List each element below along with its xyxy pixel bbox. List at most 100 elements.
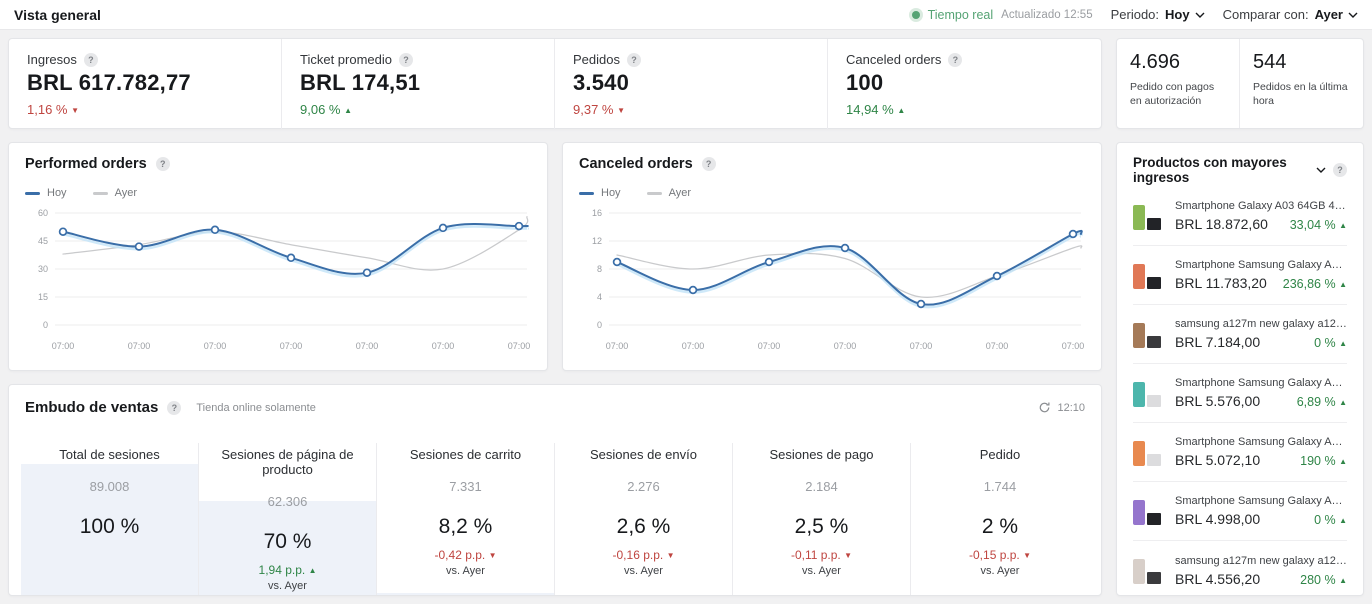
period-selector[interactable]: Periodo: Hoy: [1111, 7, 1205, 22]
product-list-item[interactable]: samsung a127m new galaxy a12 64gb…BRL 7.…: [1133, 305, 1347, 364]
product-info: Smartphone Samsung Galaxy A32 12… BRL 11.…: [1175, 259, 1347, 291]
trend-up-icon: ▲: [1339, 457, 1347, 466]
product-info: Smartphone Samsung Galaxy A72, C…BRL 4.9…: [1175, 495, 1347, 527]
help-icon[interactable]: ?: [399, 53, 413, 67]
side-stat-value: 4.696: [1130, 51, 1226, 74]
funnel-vs-label: vs. Ayer: [377, 565, 554, 577]
svg-text:0: 0: [597, 320, 602, 330]
product-revenue: BRL 4.998,00: [1175, 511, 1260, 527]
funnel-step-percent: 8,2 %: [377, 515, 554, 539]
help-icon[interactable]: ?: [167, 401, 181, 415]
legend-item-ayer: Ayer: [647, 187, 691, 199]
product-revenue: BRL 5.576,00: [1175, 393, 1260, 409]
svg-text:07:00: 07:00: [204, 341, 227, 351]
kpi-value: BRL 174,51: [300, 70, 536, 96]
legend-label: Hoy: [47, 187, 67, 199]
legend-item-hoy: Hoy: [579, 187, 621, 199]
product-list-item[interactable]: Smartphone Samsung Galaxy A32 12…BRL 5.0…: [1133, 423, 1347, 482]
kpi-label: Ticket promedio: [300, 52, 392, 67]
box-image: [1147, 218, 1161, 230]
product-name: Smartphone Samsung Galaxy A32 12…: [1175, 436, 1347, 448]
product-revenue: BRL 11.783,20: [1175, 275, 1267, 291]
kpi-card-ticket-promedio: Ticket promedio ? BRL 174,51 9,06 % ▲: [282, 39, 555, 130]
today-line-swatch-icon: [579, 192, 594, 195]
product-delta: 236,86 % ▲: [1283, 277, 1347, 291]
legend-item-hoy: Hoy: [25, 187, 67, 199]
product-name: samsung a127m new galaxy a12 64gb…: [1175, 318, 1347, 330]
sales-funnel-card: Embudo de ventas ? Tienda online solamen…: [8, 384, 1102, 596]
funnel-vs-label: vs. Ayer: [555, 565, 732, 577]
funnel-step-value: 89.008: [21, 479, 198, 494]
svg-text:15: 15: [38, 292, 48, 302]
trend-up-icon: ▲: [1339, 576, 1347, 585]
phone-image: [1133, 323, 1145, 348]
kpi-delta-value: 1,16 %: [27, 102, 67, 117]
funnel-vs-label: vs. Ayer: [733, 565, 910, 577]
product-thumbnail: [1133, 262, 1163, 289]
product-list-item[interactable]: Smartphone Samsung Galaxy A32 12… BRL 11.…: [1133, 246, 1347, 305]
trend-up-icon: ▲: [1339, 280, 1347, 289]
chevron-down-icon[interactable]: [1316, 167, 1326, 173]
product-thumbnail: [1133, 439, 1163, 466]
funnel-step: Sesiones de pago2.1842,5 %-0,11 p.p. ▼vs…: [733, 443, 911, 595]
help-icon[interactable]: ?: [84, 53, 98, 67]
compare-selector[interactable]: Comparar con: Ayer: [1223, 7, 1358, 22]
canceled-orders-chart-card: Canceled orders ? Hoy Ayer 048121607:000…: [562, 142, 1102, 371]
product-list-item[interactable]: Smartphone Galaxy A03 64GB 4G Wi-…BRL 18…: [1133, 187, 1347, 246]
funnel-step-label: Sesiones de carrito: [377, 443, 554, 462]
product-revenue: BRL 4.556,20: [1175, 571, 1260, 587]
funnel-step-percent: 2,6 %: [555, 515, 732, 539]
product-list-item[interactable]: Smartphone Samsung Galaxy A22 12…BRL 5.5…: [1133, 364, 1347, 423]
compare-label: Comparar con:: [1223, 7, 1309, 22]
chart-legend: Hoy Ayer: [579, 187, 1085, 199]
product-thumbnail: [1133, 557, 1163, 584]
trend-up-icon: ▲: [1339, 516, 1347, 525]
canceled-orders-line-chart: 048121607:0007:0007:0007:0007:0007:0007:…: [579, 203, 1085, 355]
refresh-icon[interactable]: [1038, 401, 1051, 414]
svg-text:07:00: 07:00: [1062, 341, 1085, 351]
kpi-card-pedidos: Pedidos ? 3.540 9,37 % ▼: [555, 39, 828, 130]
box-image: [1147, 572, 1161, 584]
products-panel-title: Productos con mayores ingresos: [1133, 155, 1309, 185]
phone-image: [1133, 205, 1145, 230]
phone-image: [1133, 264, 1145, 289]
help-icon[interactable]: ?: [702, 157, 716, 171]
product-list-item[interactable]: Smartphone Samsung Galaxy A72, C…BRL 4.9…: [1133, 482, 1347, 541]
product-name: Smartphone Samsung Galaxy A32 12…: [1175, 259, 1347, 271]
legend-label: Hoy: [601, 187, 621, 199]
kpi-delta: 1,16 % ▼: [27, 102, 263, 117]
box-image: [1147, 454, 1161, 466]
funnel-step-value: 2.184: [733, 479, 910, 494]
realtime-indicator: Tiempo real Actualizado 12:55: [912, 8, 1093, 22]
help-icon[interactable]: ?: [948, 53, 962, 67]
funnel-vs-label: vs. Ayer: [911, 565, 1089, 577]
product-name: samsung a127m new galaxy a12 64gb…: [1175, 555, 1347, 567]
trend-down-icon: ▼: [844, 551, 852, 560]
help-icon[interactable]: ?: [156, 157, 170, 171]
svg-text:07:00: 07:00: [128, 341, 151, 351]
funnel-step-percent: 70 %: [199, 530, 376, 554]
help-icon[interactable]: ?: [627, 53, 641, 67]
funnel-step-value: 1.744: [911, 479, 1089, 494]
svg-text:07:00: 07:00: [52, 341, 75, 351]
side-stat-label: Pedido con pagos en autorización: [1130, 80, 1226, 108]
product-info: samsung a127m new galaxy a12 64gb…BRL 7.…: [1175, 318, 1347, 350]
trend-up-icon: ▲: [1339, 339, 1347, 348]
product-list-item[interactable]: samsung a127m new galaxy a12 64gb… BRL 4.…: [1133, 541, 1347, 596]
kpi-delta: 14,94 % ▲: [846, 102, 1083, 117]
yesterday-line-swatch-icon: [93, 192, 108, 195]
product-info: samsung a127m new galaxy a12 64gb… BRL 4.…: [1175, 555, 1347, 587]
trend-down-icon: ▼: [1023, 551, 1031, 560]
product-delta: 6,89 % ▲: [1297, 395, 1347, 409]
kpi-label: Canceled orders: [846, 52, 941, 67]
trend-down-icon: ▼: [489, 551, 497, 560]
kpi-delta-value: 9,06 %: [300, 102, 340, 117]
chevron-down-icon: [1348, 12, 1358, 18]
svg-text:0: 0: [43, 320, 48, 330]
kpi-delta-value: 14,94 %: [846, 102, 894, 117]
funnel-step: Sesiones de página de producto62.30670 %…: [199, 443, 377, 595]
trend-arrow-icon: ▼: [617, 106, 625, 115]
product-thumbnail: [1133, 380, 1163, 407]
help-icon[interactable]: ?: [1333, 163, 1347, 177]
kpi-delta-value: 9,37 %: [573, 102, 613, 117]
